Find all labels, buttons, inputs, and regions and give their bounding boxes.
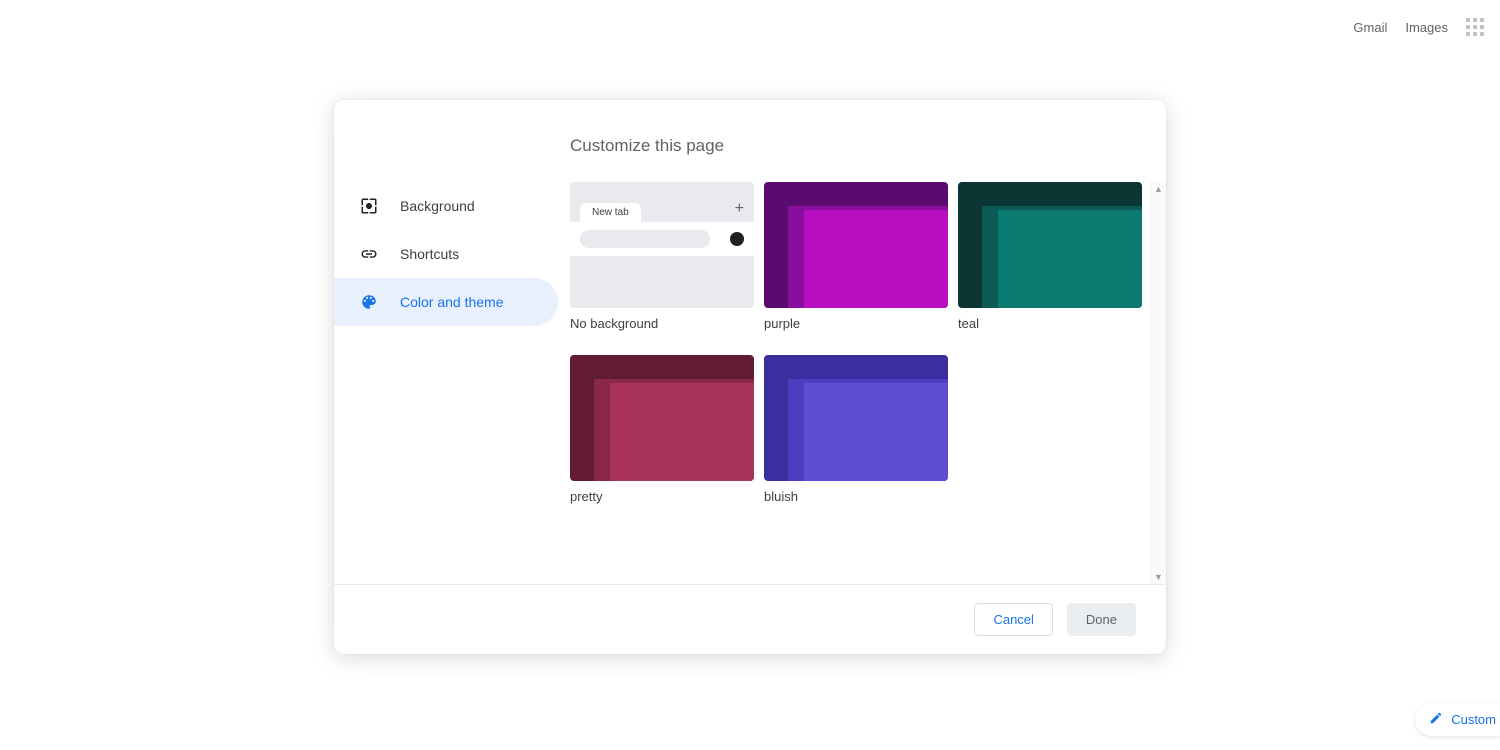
theme-label: teal <box>958 316 1142 331</box>
sidebar-item-color-theme[interactable]: Color and theme <box>334 278 558 326</box>
sidebar-item-background[interactable]: Background <box>334 182 558 230</box>
sidebar-item-label: Background <box>400 198 475 214</box>
dialog-body: Background Shortcuts Color and theme Cus… <box>334 100 1166 584</box>
mock-toolbar <box>570 222 754 256</box>
dialog-main: Customize this page New tab + No backgroun… <box>558 100 1166 584</box>
dialog-title: Customize this page <box>570 136 1166 156</box>
theme-label: bluish <box>764 489 948 504</box>
theme-option[interactable]: pretty <box>570 355 754 504</box>
theme-preview <box>958 182 1142 308</box>
theme-preview <box>764 182 948 308</box>
theme-grid: New tab + No background purple teal pretty blu… <box>570 182 1150 584</box>
mock-tabstrip: New tab + <box>570 182 754 222</box>
scroll-down-icon[interactable]: ▼ <box>1154 572 1163 582</box>
customize-dialog: Background Shortcuts Color and theme Cus… <box>334 100 1166 654</box>
theme-label: purple <box>764 316 948 331</box>
theme-preview <box>764 355 948 481</box>
theme-area: New tab + No background purple teal pretty blu… <box>570 182 1166 584</box>
theme-preview <box>570 355 754 481</box>
account-icon <box>730 232 744 246</box>
wallpaper-icon <box>360 197 378 215</box>
theme-option[interactable]: bluish <box>764 355 948 504</box>
theme-label: pretty <box>570 489 754 504</box>
customize-button[interactable]: Custom <box>1415 703 1500 736</box>
mock-content <box>570 256 754 308</box>
theme-label: No background <box>570 316 754 331</box>
done-button[interactable]: Done <box>1067 603 1136 636</box>
images-link[interactable]: Images <box>1405 20 1448 35</box>
theme-option[interactable]: teal <box>958 182 1142 331</box>
gmail-link[interactable]: Gmail <box>1353 20 1387 35</box>
theme-preview: New tab + <box>570 182 754 308</box>
mock-omnibox <box>580 230 710 248</box>
theme-option[interactable]: purple <box>764 182 948 331</box>
link-icon <box>360 245 378 263</box>
cancel-button[interactable]: Cancel <box>974 603 1052 636</box>
scroll-up-icon[interactable]: ▲ <box>1154 184 1163 194</box>
theme-option[interactable]: New tab + No background <box>570 182 754 331</box>
apps-grid-icon[interactable] <box>1466 18 1484 36</box>
sidebar-item-label: Shortcuts <box>400 246 459 262</box>
customize-label: Custom <box>1451 712 1496 727</box>
scrollbar[interactable]: ▲ ▼ <box>1150 182 1166 584</box>
dialog-footer: Cancel Done <box>334 584 1166 654</box>
page-header: Gmail Images <box>1353 18 1484 36</box>
pencil-icon <box>1429 711 1443 728</box>
plus-icon: + <box>735 200 744 218</box>
mock-tab: New tab <box>580 203 641 222</box>
sidebar-item-label: Color and theme <box>400 294 504 310</box>
palette-icon <box>360 293 378 311</box>
sidebar-item-shortcuts[interactable]: Shortcuts <box>334 230 558 278</box>
dialog-sidebar: Background Shortcuts Color and theme <box>334 100 558 584</box>
